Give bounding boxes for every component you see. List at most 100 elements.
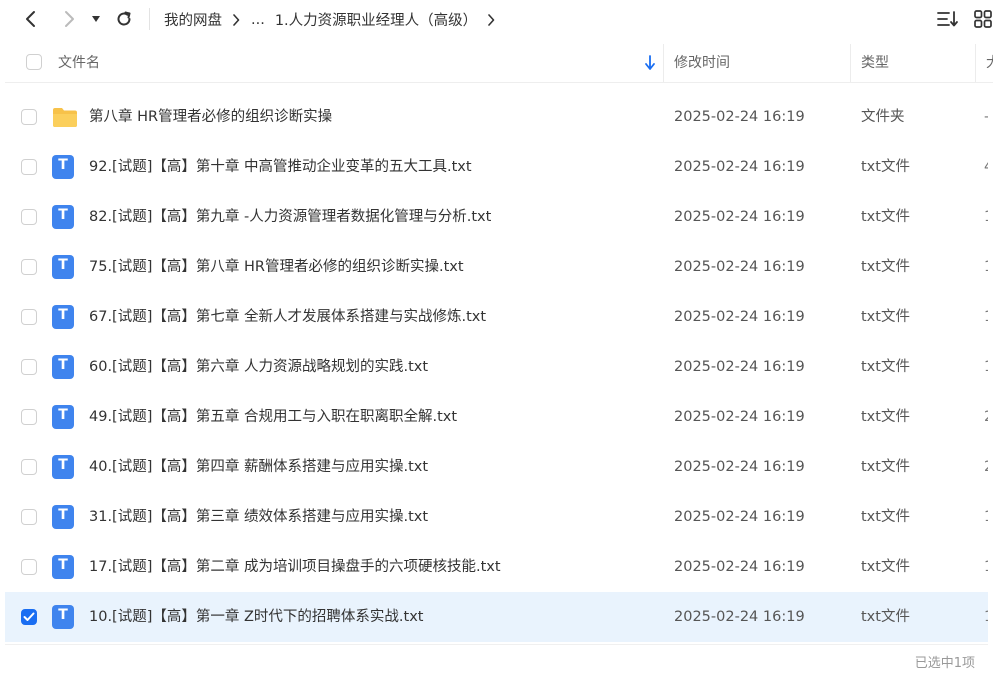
- row-checkbox[interactable]: [21, 359, 37, 375]
- folder-icon: [52, 105, 77, 129]
- file-type: txt文件: [861, 409, 910, 425]
- txt-file-icon: T: [52, 205, 76, 229]
- file-row[interactable]: T 49.[试题]【高】第五章 合规用工与入职在职离职全解.txt 2025-02-…: [5, 392, 988, 442]
- file-modified-date: 2025-02-24 16:19: [674, 409, 805, 425]
- breadcrumb-current[interactable]: 1.人力资源职业经理人（高级）: [275, 9, 477, 30]
- txt-file-icon: T: [52, 505, 76, 529]
- file-modified-date: 2025-02-24 16:19: [674, 159, 805, 175]
- caret-down-icon: [92, 16, 100, 22]
- file-name[interactable]: 31.[试题]【高】第三章 绩效体系搭建与应用实操.txt: [89, 492, 428, 542]
- file-size: 1: [984, 192, 988, 242]
- file-type: txt文件: [861, 459, 910, 475]
- select-all-checkbox[interactable]: [26, 54, 42, 70]
- txt-file-icon: T: [52, 305, 76, 329]
- file-name[interactable]: 60.[试题]【高】第六章 人力资源战略规划的实践.txt: [89, 342, 428, 392]
- file-size: 4: [984, 142, 988, 192]
- history-dropdown-button[interactable]: [86, 6, 106, 32]
- txt-file-icon: T: [52, 355, 76, 379]
- forward-button[interactable]: [56, 6, 82, 32]
- sort-button[interactable]: [937, 8, 959, 30]
- file-row[interactable]: T 17.[试题]【高】第二章 成为培训项目操盘手的六项硬核技能.txt 2025-…: [5, 542, 988, 592]
- column-type-header[interactable]: 类型: [861, 44, 889, 82]
- file-row[interactable]: T 31.[试题]【高】第三章 绩效体系搭建与应用实操.txt 2025-02-24…: [5, 492, 988, 542]
- column-divider[interactable]: [850, 44, 851, 82]
- file-name[interactable]: 49.[试题]【高】第五章 合规用工与入职在职离职全解.txt: [89, 392, 457, 442]
- file-modified-date: 2025-02-24 16:19: [674, 609, 805, 625]
- file-row[interactable]: T 60.[试题]【高】第六章 人力资源战略规划的实践.txt 2025-02-24…: [5, 342, 988, 392]
- folder-row[interactable]: 第八章 HR管理者必修的组织诊断实操 2025-02-24 16:19 文件夹 -: [5, 92, 988, 142]
- column-size-header[interactable]: 大: [986, 44, 993, 82]
- file-row[interactable]: T 82.[试题]【高】第九章 -人力资源管理者数据化管理与分析.txt 2025-…: [5, 192, 988, 242]
- breadcrumb-ellipsis[interactable]: ...: [251, 12, 265, 28]
- file-modified-date: 2025-02-24 16:19: [674, 309, 805, 325]
- row-checkbox[interactable]: [21, 109, 37, 125]
- file-name[interactable]: 10.[试题]【高】第一章 Z时代下的招聘体系实战.txt: [89, 592, 423, 642]
- txt-file-icon: T: [52, 605, 76, 629]
- sort-direction-icon[interactable]: [644, 44, 656, 82]
- file-type: txt文件: [861, 159, 910, 175]
- file-modified-date: 2025-02-24 16:19: [674, 209, 805, 225]
- breadcrumb: 我的网盘 ... 1.人力资源职业经理人（高级）: [164, 9, 506, 30]
- row-checkbox[interactable]: [21, 159, 37, 175]
- row-checkbox[interactable]: [21, 509, 37, 525]
- toolbar-divider: [149, 8, 150, 30]
- column-divider[interactable]: [663, 44, 664, 82]
- grid-view-button[interactable]: [972, 8, 993, 30]
- file-size: 1: [984, 242, 988, 292]
- chevron-left-icon: [26, 11, 35, 27]
- txt-file-icon: T: [52, 455, 76, 479]
- file-type: txt文件: [861, 209, 910, 225]
- file-modified-date: 2025-02-24 16:19: [674, 559, 805, 575]
- row-checkbox[interactable]: [21, 609, 37, 625]
- refresh-button[interactable]: [111, 6, 137, 32]
- row-checkbox[interactable]: [21, 259, 37, 275]
- file-type: txt文件: [861, 609, 910, 625]
- chevron-right-icon[interactable]: [487, 13, 495, 26]
- file-name[interactable]: 92.[试题]【高】第十章 中高管推动企业变革的五大工具.txt: [89, 142, 472, 192]
- file-type: txt文件: [861, 359, 910, 375]
- row-checkbox[interactable]: [21, 459, 37, 475]
- file-modified-date: 2025-02-24 16:19: [674, 509, 805, 525]
- file-size: 1: [984, 342, 988, 392]
- check-icon: [23, 612, 35, 621]
- breadcrumb-root[interactable]: 我的网盘: [164, 9, 222, 30]
- file-name[interactable]: 82.[试题]【高】第九章 -人力资源管理者数据化管理与分析.txt: [89, 192, 491, 242]
- file-size: 2: [984, 442, 988, 492]
- file-type: txt文件: [861, 509, 910, 525]
- file-row[interactable]: T 67.[试题]【高】第七章 全新人才发展体系搭建与实战修炼.txt 2025-0…: [5, 292, 988, 342]
- sort-icon: [937, 11, 958, 27]
- file-name[interactable]: 75.[试题]【高】第八章 HR管理者必修的组织诊断实操.txt: [89, 242, 464, 292]
- row-checkbox[interactable]: [21, 209, 37, 225]
- row-checkbox[interactable]: [21, 559, 37, 575]
- file-name[interactable]: 67.[试题]【高】第七章 全新人才发展体系搭建与实战修炼.txt: [89, 292, 486, 342]
- file-name[interactable]: 第八章 HR管理者必修的组织诊断实操: [89, 92, 332, 142]
- txt-file-icon: T: [52, 405, 76, 429]
- txt-file-icon: T: [52, 555, 76, 579]
- file-row[interactable]: T 10.[试题]【高】第一章 Z时代下的招聘体系实战.txt 2025-02-24…: [5, 592, 988, 642]
- file-list-header: 文件名 修改时间 类型 大: [5, 44, 993, 83]
- row-checkbox[interactable]: [21, 409, 37, 425]
- file-modified-date: 2025-02-24 16:19: [674, 459, 805, 475]
- column-name-header[interactable]: 文件名: [58, 44, 100, 82]
- file-size: 2: [984, 392, 988, 442]
- file-modified-date: 2025-02-24 16:19: [674, 109, 805, 125]
- file-row[interactable]: T 75.[试题]【高】第八章 HR管理者必修的组织诊断实操.txt 2025-02…: [5, 242, 988, 292]
- file-row[interactable]: T 92.[试题]【高】第十章 中高管推动企业变革的五大工具.txt 2025-02…: [5, 142, 988, 192]
- row-checkbox[interactable]: [21, 309, 37, 325]
- toolbar: 我的网盘 ... 1.人力资源职业经理人（高级）: [0, 0, 993, 40]
- refresh-icon: [117, 11, 131, 26]
- back-button[interactable]: [18, 6, 44, 32]
- file-row[interactable]: T 40.[试题]【高】第四章 薪酬体系搭建与应用实操.txt 2025-02-24…: [5, 442, 988, 492]
- txt-file-icon: T: [52, 155, 76, 179]
- grid-view-icon: [974, 10, 992, 28]
- column-divider[interactable]: [975, 44, 976, 82]
- file-size: -: [984, 92, 988, 142]
- file-size: 1: [984, 592, 988, 642]
- selection-status: 已选中1项: [914, 656, 975, 671]
- file-name[interactable]: 40.[试题]【高】第四章 薪酬体系搭建与应用实操.txt: [89, 442, 428, 492]
- column-modified-header[interactable]: 修改时间: [674, 44, 730, 82]
- file-name[interactable]: 17.[试题]【高】第二章 成为培训项目操盘手的六项硬核技能.txt: [89, 542, 501, 592]
- file-size: 1: [984, 292, 988, 342]
- file-type: 文件夹: [861, 109, 905, 125]
- file-modified-date: 2025-02-24 16:19: [674, 359, 805, 375]
